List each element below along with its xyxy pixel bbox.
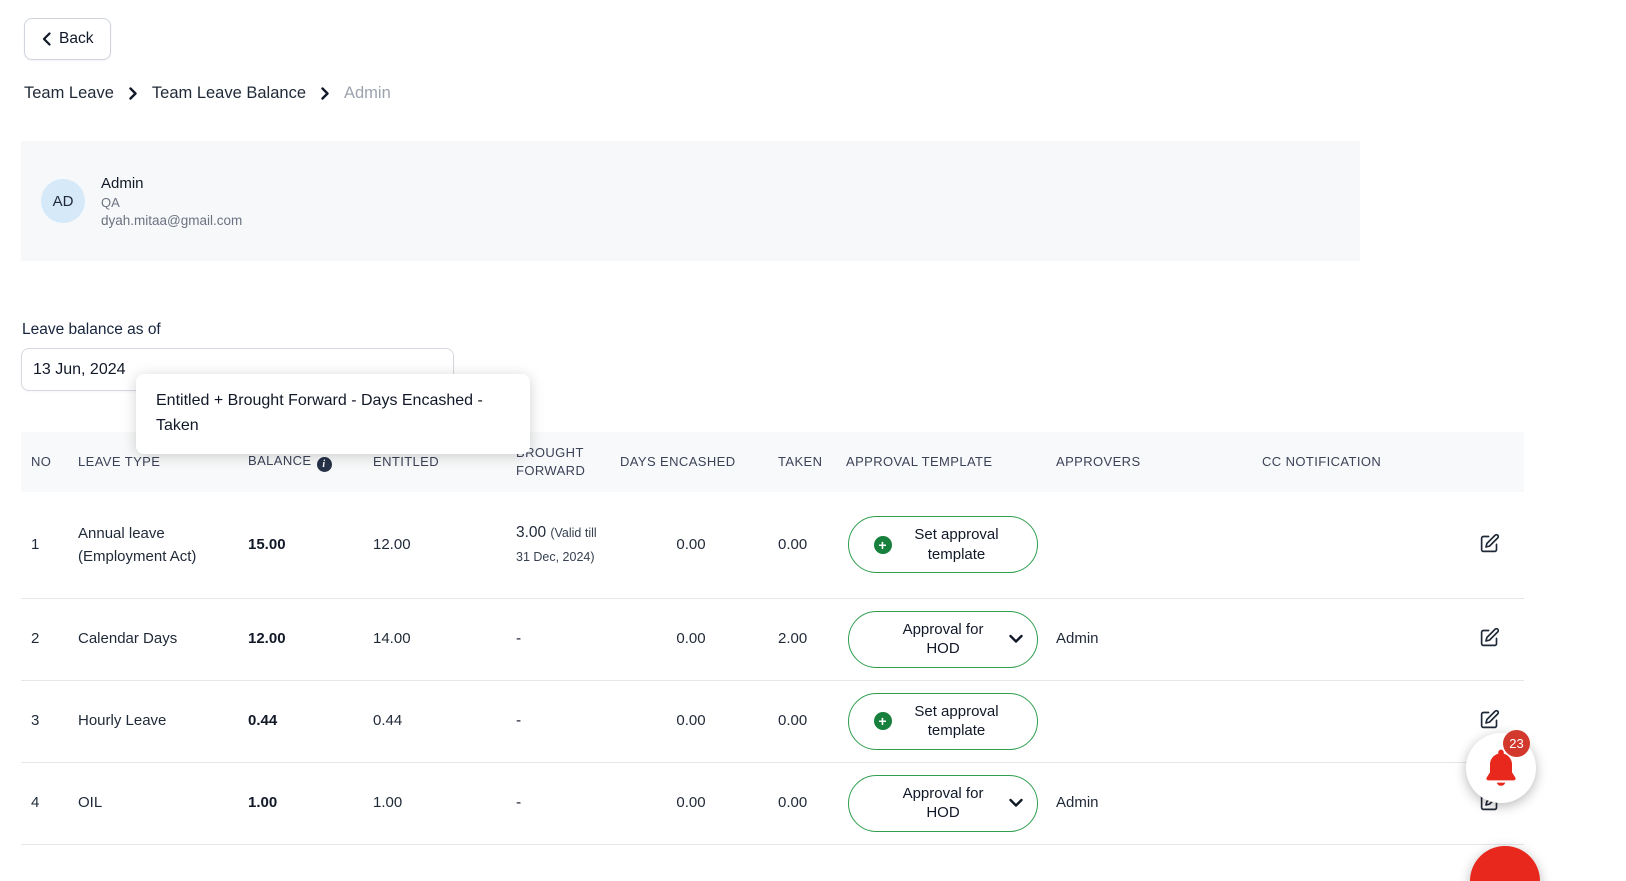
page: Back Team Leave Team Leave Balance Admin… bbox=[0, 0, 1626, 881]
chevron-down-icon bbox=[1009, 798, 1023, 808]
cell-days-encashed: 0.00 bbox=[676, 712, 706, 730]
secondary-fab[interactable] bbox=[1470, 846, 1540, 881]
plus-icon: + bbox=[873, 535, 892, 554]
back-button[interactable]: Back bbox=[24, 18, 112, 60]
cell-taken: 2.00 bbox=[778, 630, 808, 648]
leave-balance-as-of-label: Leave balance as of bbox=[22, 321, 161, 338]
approval-template-button[interactable]: + Set approval template bbox=[848, 692, 1038, 750]
breadcrumb-team-leave-balance[interactable]: Team Leave Balance bbox=[152, 84, 306, 103]
user-email: dyah.mitaa@gmail.com bbox=[101, 212, 243, 228]
cell-brought-forward: - bbox=[508, 598, 612, 680]
breadcrumb: Team Leave Team Leave Balance Admin bbox=[24, 84, 391, 103]
back-label: Back bbox=[59, 30, 94, 47]
edit-button[interactable] bbox=[1475, 529, 1504, 558]
cell-no: 2 bbox=[31, 630, 40, 648]
brought-forward-value: - bbox=[516, 793, 522, 811]
cell-brought-forward: 3.00 (Valid till 31 Dec, 2024) bbox=[508, 492, 612, 598]
approval-template-label: Approval for HOD bbox=[902, 784, 984, 822]
notification-fab[interactable]: 23 bbox=[1466, 730, 1536, 803]
approval-template-button[interactable]: + Approval for HOD bbox=[848, 774, 1038, 832]
cell-cc-notification bbox=[1254, 680, 1455, 762]
cell-leave-type: Annual leave (Employment Act) bbox=[78, 524, 197, 565]
notification-badge: 23 bbox=[1503, 730, 1530, 757]
table-row: 1 Annual leave (Employment Act) 15.00 12… bbox=[21, 492, 1524, 598]
table-row: 4 OIL 1.00 1.00 - 0.00 0.00 + Approval f… bbox=[21, 762, 1524, 844]
cell-approval-template: + Set approval template bbox=[838, 680, 1048, 762]
chevron-right-icon bbox=[129, 87, 137, 100]
approval-template-button[interactable]: + Approval for HOD bbox=[848, 610, 1038, 668]
chevron-down-icon bbox=[1009, 634, 1023, 644]
cell-actions bbox=[1455, 598, 1524, 680]
cell-no: 4 bbox=[31, 794, 40, 812]
chevron-left-icon bbox=[42, 32, 51, 46]
cell-no: 3 bbox=[31, 712, 40, 730]
approval-template-label: Set approval template bbox=[914, 526, 999, 563]
cell-leave-type: Hourly Leave bbox=[78, 712, 167, 730]
cell-entitled: 12.00 bbox=[373, 536, 411, 554]
cell-approvers bbox=[1048, 492, 1254, 598]
cell-actions bbox=[1455, 492, 1524, 598]
edit-button[interactable] bbox=[1475, 705, 1504, 734]
breadcrumb-team-leave[interactable]: Team Leave bbox=[24, 84, 114, 103]
col-header-approvers: APPROVERS bbox=[1056, 453, 1141, 469]
chevron-right-icon bbox=[321, 87, 329, 100]
user-card: AD Admin QA dyah.mitaa@gmail.com bbox=[21, 141, 1360, 261]
cell-leave-type: Calendar Days bbox=[78, 630, 178, 648]
balance-formula-tooltip: Entitled + Brought Forward - Days Encash… bbox=[136, 374, 530, 454]
col-header-days-encashed: DAYS ENCASHED bbox=[620, 453, 736, 469]
user-name: Admin bbox=[101, 174, 144, 192]
col-header-actions bbox=[1455, 432, 1524, 492]
cell-leave-type: OIL bbox=[78, 794, 103, 812]
breadcrumb-admin: Admin bbox=[344, 84, 391, 102]
balance-header-label: BALANCE bbox=[248, 452, 312, 468]
cell-balance: 1.00 bbox=[248, 794, 278, 812]
cell-days-encashed: 0.00 bbox=[676, 536, 706, 554]
approval-template-label: Set approval template bbox=[914, 702, 999, 740]
cell-balance: 15.00 bbox=[248, 536, 286, 554]
brought-forward-value: - bbox=[516, 711, 522, 729]
cell-taken: 0.00 bbox=[778, 536, 808, 554]
col-header-taken: TAKEN bbox=[778, 453, 823, 469]
table-row: 3 Hourly Leave 0.44 0.44 - 0.00 0.00 + S… bbox=[21, 680, 1524, 762]
cell-approval-template: + Approval for HOD bbox=[838, 762, 1048, 844]
cell-cc-notification bbox=[1254, 492, 1455, 598]
cell-no: 1 bbox=[31, 536, 40, 554]
cell-brought-forward: - bbox=[508, 680, 612, 762]
avatar: AD bbox=[41, 179, 85, 223]
cell-approvers: Admin bbox=[1056, 630, 1099, 648]
col-header-cc-notification: CC NOTIFICATION bbox=[1262, 453, 1382, 469]
cell-approval-template: + Approval for HOD bbox=[838, 598, 1048, 680]
cell-approval-template: + Set approval template bbox=[838, 492, 1048, 598]
cell-approvers: Admin bbox=[1056, 794, 1099, 812]
cell-entitled: 1.00 bbox=[373, 794, 403, 812]
cell-balance: 0.44 bbox=[248, 712, 278, 730]
cell-brought-forward: - bbox=[508, 762, 612, 844]
cell-cc-notification bbox=[1254, 762, 1455, 844]
cell-taken: 0.00 bbox=[778, 794, 808, 812]
info-icon[interactable]: i bbox=[316, 457, 332, 473]
col-header-approval-template: APPROVAL TEMPLATE bbox=[846, 453, 993, 469]
edit-button[interactable] bbox=[1475, 623, 1504, 652]
cell-entitled: 0.44 bbox=[373, 712, 403, 730]
cell-cc-notification bbox=[1254, 598, 1455, 680]
col-header-no: NO bbox=[31, 453, 52, 469]
brought-forward-value: - bbox=[516, 629, 522, 647]
brought-forward-value: 3.00 bbox=[516, 524, 547, 542]
cell-balance: 12.00 bbox=[248, 630, 286, 648]
approval-template-button[interactable]: + Set approval template bbox=[848, 516, 1038, 574]
cell-entitled: 14.00 bbox=[373, 630, 411, 648]
cell-days-encashed: 0.00 bbox=[676, 794, 706, 812]
plus-icon: + bbox=[873, 712, 892, 730]
leave-balance-table: NO LEAVE TYPE BALANCE i ENTITLED BROUGHT … bbox=[21, 432, 1524, 845]
cell-days-encashed: 0.00 bbox=[676, 630, 706, 648]
user-info: Admin QA dyah.mitaa@gmail.com bbox=[101, 175, 242, 228]
cell-approvers bbox=[1048, 680, 1254, 762]
table-row: 2 Calendar Days 12.00 14.00 - 0.00 2.00 … bbox=[21, 598, 1524, 680]
cell-taken: 0.00 bbox=[778, 712, 808, 730]
user-department: QA bbox=[101, 194, 120, 210]
approval-template-label: Approval for HOD bbox=[902, 620, 984, 658]
